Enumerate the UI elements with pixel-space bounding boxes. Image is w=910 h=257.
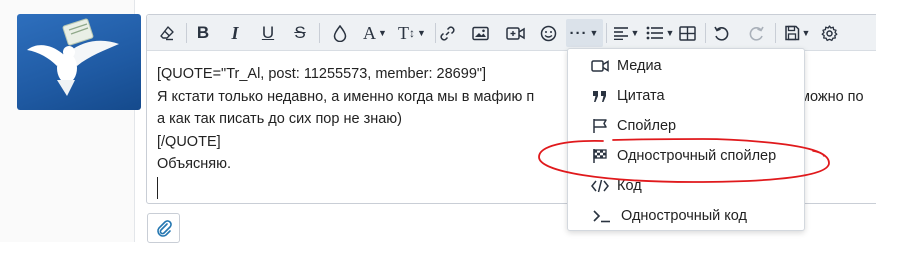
- image-icon[interactable]: [469, 22, 491, 44]
- text-color-icon[interactable]: [329, 22, 351, 44]
- toolbar-separator: [705, 23, 706, 43]
- quote-icon: [591, 87, 609, 105]
- menu-item-label: Медиа: [617, 58, 662, 74]
- toolbar-separator: [186, 23, 187, 43]
- menu-item-inline-code[interactable]: Однострочный код: [568, 201, 804, 231]
- italic-icon[interactable]: I: [224, 22, 246, 44]
- gear-icon[interactable]: [818, 22, 840, 44]
- list-icon[interactable]: ▼: [643, 22, 677, 44]
- bold-icon[interactable]: B: [192, 22, 214, 44]
- flag-icon: [591, 117, 609, 135]
- video-icon[interactable]: [503, 22, 527, 44]
- menu-item-label: Цитата: [617, 88, 665, 104]
- menu-item-quote[interactable]: Цитата: [568, 81, 804, 111]
- editor-toolbar: B I U S A ▼ T ↕ ▼ ··· ▼ ▼ ▼ ▼: [147, 15, 885, 51]
- toolbar-separator: [606, 23, 607, 43]
- editor-line-overflow: можно по: [800, 88, 864, 105]
- menu-item-label: Однострочный код: [621, 208, 748, 224]
- redo-icon[interactable]: [745, 22, 767, 44]
- strikethrough-icon[interactable]: S: [289, 22, 311, 44]
- table-icon[interactable]: [676, 22, 698, 44]
- font-size-icon[interactable]: T ↕ ▼: [395, 22, 429, 44]
- menu-item-label: Однострочный спойлер: [617, 148, 777, 164]
- more-options-button[interactable]: ··· ▼: [566, 19, 603, 47]
- menu-item-label: Спойлер: [617, 118, 677, 134]
- checkered-flag-icon: [591, 147, 609, 165]
- menu-item-spoiler[interactable]: Спойлер: [568, 111, 804, 141]
- page-edge: [876, 14, 910, 204]
- toolbar-separator: [775, 23, 776, 43]
- menu-item-label: Код: [617, 178, 642, 194]
- menu-item-code[interactable]: Код: [568, 171, 804, 201]
- media-icon: [591, 57, 609, 75]
- code-icon: [591, 177, 609, 195]
- paperclip-icon: [156, 220, 172, 237]
- align-icon[interactable]: ▼: [610, 22, 642, 44]
- undo-icon[interactable]: [710, 22, 732, 44]
- dove-with-letter-image: [27, 18, 119, 96]
- link-icon[interactable]: [436, 22, 458, 44]
- menu-item-media[interactable]: Медиа: [568, 51, 804, 81]
- font-family-icon[interactable]: A ▼: [360, 22, 390, 44]
- text-cursor: [157, 176, 158, 199]
- remove-format-icon[interactable]: [155, 22, 179, 44]
- toolbar-separator: [319, 23, 320, 43]
- underline-icon[interactable]: U: [257, 22, 279, 44]
- terminal-icon: [593, 207, 611, 225]
- smiley-icon[interactable]: [537, 22, 559, 44]
- attach-files-button[interactable]: [147, 213, 180, 243]
- avatar[interactable]: [17, 14, 141, 110]
- menu-item-inline-spoiler[interactable]: Однострочный спойлер: [568, 141, 804, 171]
- drafts-save-icon[interactable]: ▼: [780, 22, 814, 44]
- editor-line-text: Я кстати только недавно, а именно когда …: [157, 88, 535, 105]
- insert-more-menu: Медиа Цитата Спойлер Однострочный спойле…: [567, 48, 805, 231]
